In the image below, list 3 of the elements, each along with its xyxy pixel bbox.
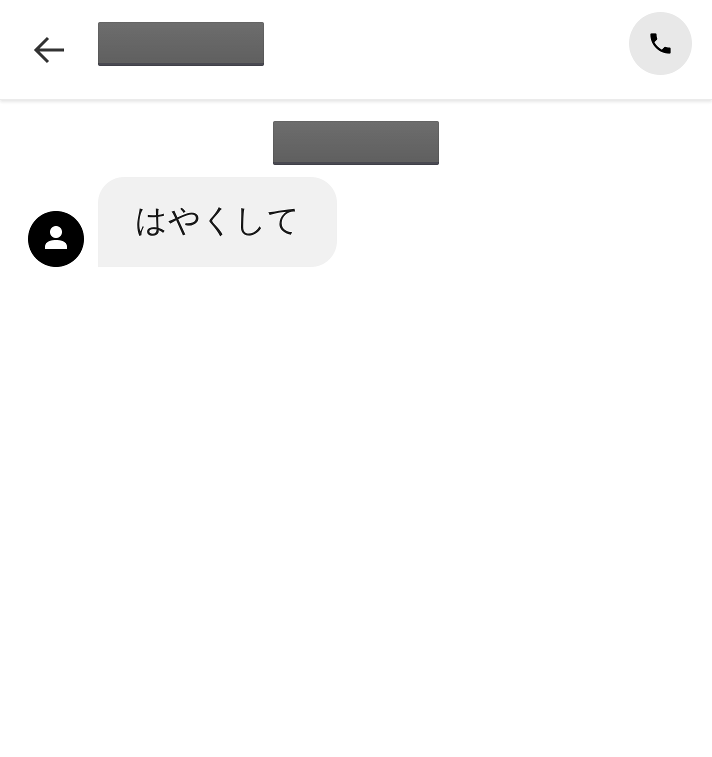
avatar-icon	[28, 211, 84, 267]
back-arrow-icon	[33, 36, 65, 64]
message-bubble: はやくして	[98, 177, 337, 267]
